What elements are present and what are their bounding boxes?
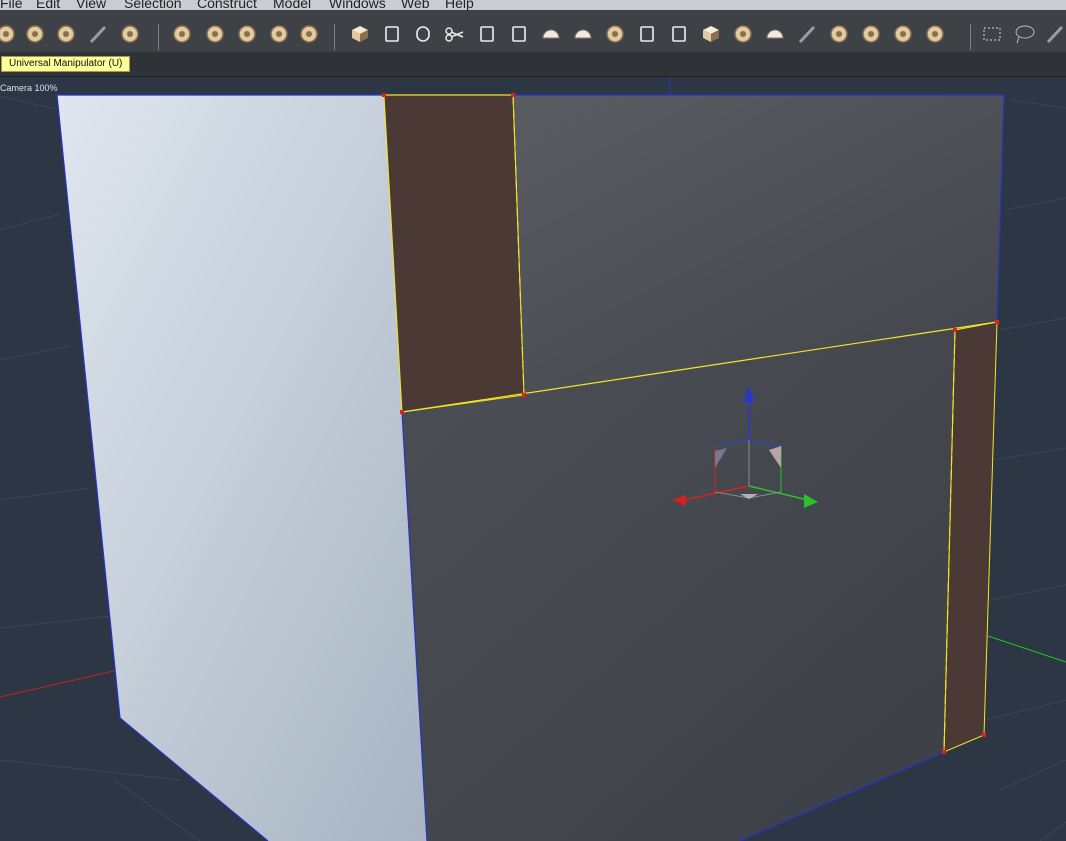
plane-icon[interactable] [295, 20, 323, 48]
dome-icon[interactable] [537, 20, 565, 48]
frame-icon[interactable] [665, 20, 693, 48]
universal-manipulator-icon[interactable] [265, 20, 293, 48]
menu-file[interactable]: File [0, 0, 23, 10]
bowl-icon[interactable] [761, 20, 789, 48]
spline-icon[interactable] [378, 20, 406, 48]
camera-label: Camera 100% [0, 83, 58, 93]
fold-icon[interactable] [857, 20, 885, 48]
box-icon[interactable] [697, 20, 725, 48]
menu-windows[interactable]: Windows [329, 0, 386, 10]
move-icon[interactable] [168, 20, 196, 48]
scissors-icon[interactable] [441, 20, 469, 48]
lathe-icon[interactable] [569, 20, 597, 48]
menu-view[interactable]: View [76, 0, 106, 10]
menu-web[interactable]: Web [401, 0, 430, 10]
toolbar-separator [334, 24, 335, 50]
wand-icon[interactable] [84, 20, 112, 48]
tooltip: Universal Manipulator (U) [1, 56, 131, 72]
viewport-canvas[interactable] [0, 77, 1066, 841]
extrude-icon[interactable] [601, 20, 629, 48]
menu-model[interactable]: Model [273, 0, 311, 10]
move-plane-icon[interactable] [233, 20, 261, 48]
selected-face-top[interactable] [383, 94, 525, 413]
left-face[interactable] [57, 95, 427, 841]
cube-icon[interactable] [346, 20, 374, 48]
toolbar-separator [158, 24, 159, 50]
magnet-icon[interactable] [409, 20, 437, 48]
morph-icon[interactable] [825, 20, 853, 48]
slice-icon[interactable] [889, 20, 917, 48]
swirl-icon[interactable] [52, 20, 80, 48]
rect-select-icon[interactable] [978, 20, 1006, 48]
menu-selection[interactable]: Selection [124, 0, 182, 10]
move-multi-icon[interactable] [201, 20, 229, 48]
menu-edit[interactable]: Edit [36, 0, 60, 10]
bag-icon[interactable] [729, 20, 757, 48]
brush-icon[interactable] [793, 20, 821, 48]
bevel-icon[interactable] [505, 20, 533, 48]
toolbar-separator [970, 24, 971, 50]
menu-construct[interactable]: Construct [197, 0, 257, 10]
tooltip-bar [0, 52, 1066, 77]
lasso-tool-icon[interactable] [116, 20, 144, 48]
menu-help[interactable]: Help [445, 0, 474, 10]
knife-icon[interactable] [473, 20, 501, 48]
toolbar [0, 10, 1066, 52]
menu-bar: File Edit View Selection Construct Model Windo… [0, 0, 1066, 10]
rotate-icon[interactable] [21, 20, 49, 48]
pen-icon[interactable] [1041, 20, 1066, 48]
world-y-axis [987, 635, 1066, 663]
lasso-select-icon[interactable] [1010, 20, 1038, 48]
3d-viewport[interactable] [0, 77, 1066, 841]
weld-icon[interactable] [921, 20, 949, 48]
goblet-icon[interactable] [633, 20, 661, 48]
paint-icon[interactable] [0, 20, 20, 48]
world-x-axis [0, 669, 119, 698]
